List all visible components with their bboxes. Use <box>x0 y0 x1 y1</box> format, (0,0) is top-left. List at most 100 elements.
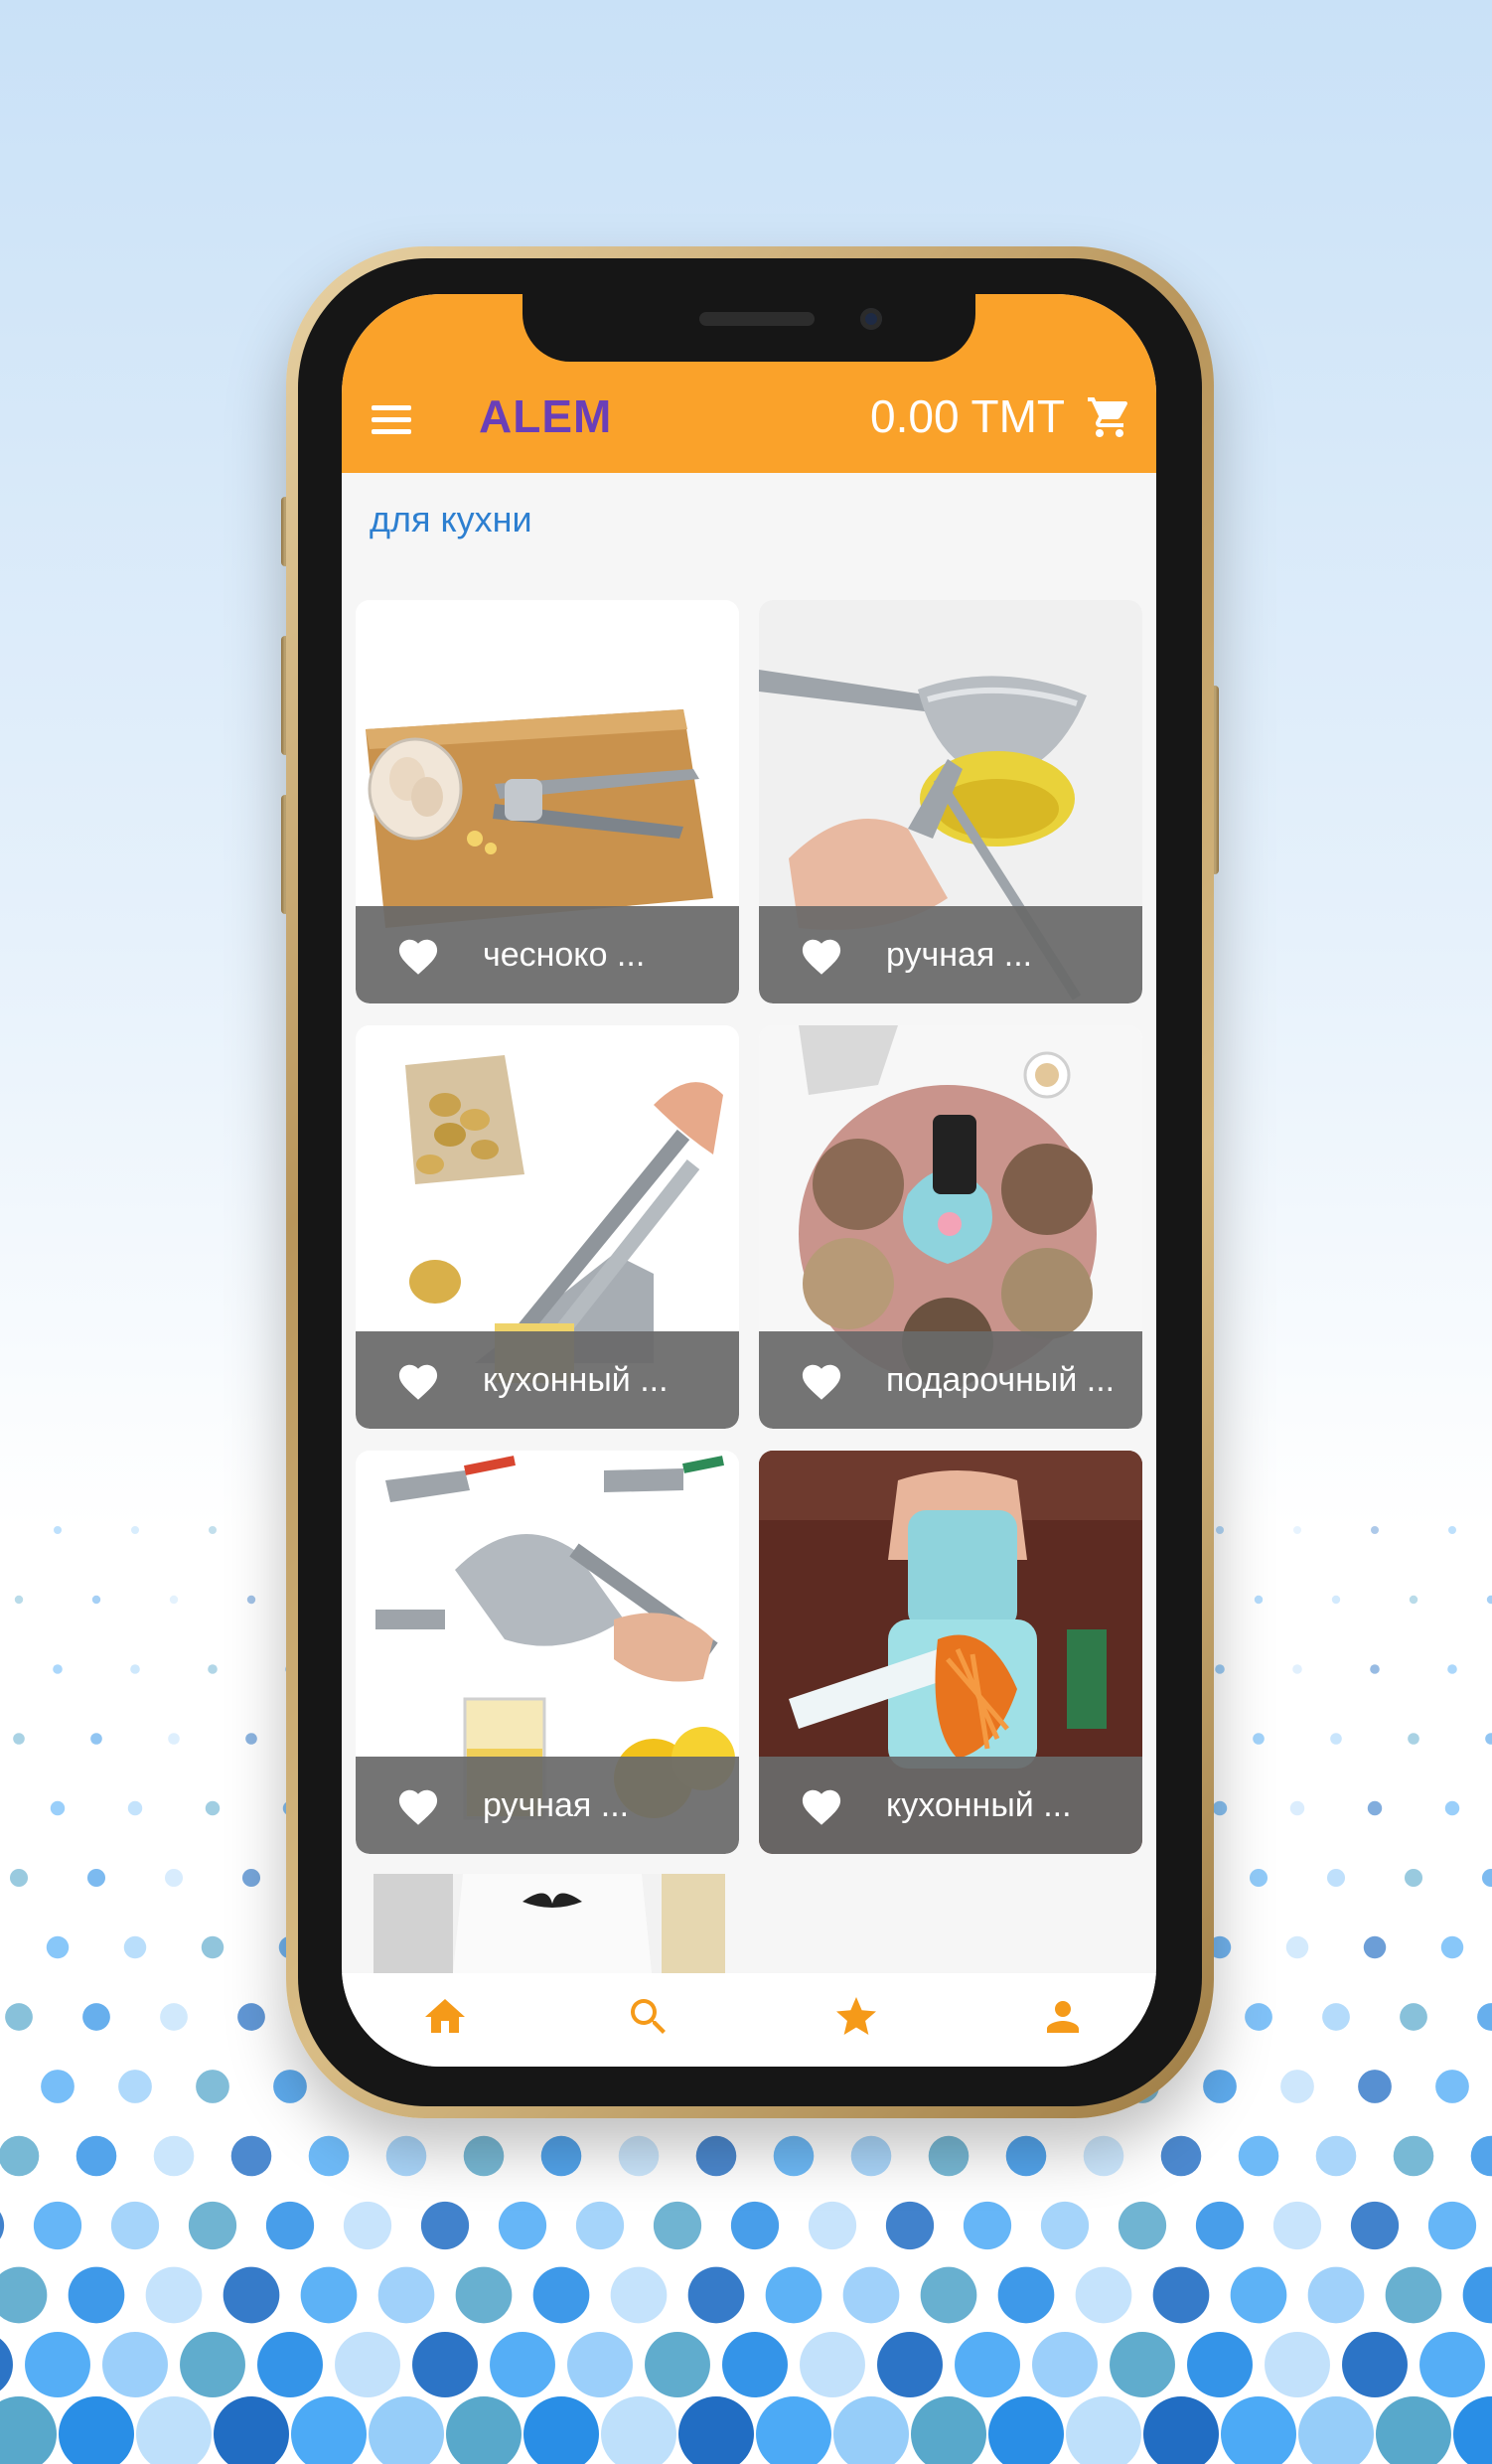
background-dot <box>59 2396 134 2464</box>
background-dot <box>1419 2332 1485 2397</box>
background-dot <box>145 2266 203 2324</box>
product-title: чесноко ... <box>483 936 646 974</box>
home-icon[interactable] <box>421 1993 469 2041</box>
background-dot <box>131 1526 139 1534</box>
background-dot <box>1453 2396 1492 2464</box>
background-dot <box>1195 2201 1245 2250</box>
background-dot <box>127 1800 143 1816</box>
background-dot <box>1331 1595 1341 1605</box>
background-dot <box>490 2332 555 2397</box>
hamburger-menu-icon[interactable] <box>372 405 411 435</box>
background-dot <box>1435 2070 1469 2103</box>
heart-icon[interactable] <box>799 1784 844 1826</box>
background-dot <box>25 2332 90 2397</box>
background-dot <box>223 2266 280 2324</box>
background-dot <box>377 2266 435 2324</box>
background-dot <box>412 2332 478 2397</box>
background-dot <box>54 1526 62 1534</box>
background-dot <box>955 2332 1020 2397</box>
product-card[interactable]: подарочный ... <box>759 1025 1142 1429</box>
background-dot <box>1118 2201 1167 2250</box>
search-icon[interactable] <box>625 1993 672 2041</box>
background-dot <box>1110 2332 1175 2397</box>
background-dot <box>808 2201 857 2250</box>
background-dot <box>1215 1664 1225 1674</box>
background-dot <box>1342 2332 1408 2397</box>
background-dot <box>610 2266 668 2324</box>
background-dot <box>291 2396 367 2464</box>
background-dot <box>214 2396 289 2464</box>
background-dot <box>567 2332 633 2397</box>
background-dot <box>1143 2396 1219 2464</box>
background-dot <box>1230 2266 1287 2324</box>
background-dot <box>265 2201 315 2250</box>
background-dot <box>245 1733 257 1745</box>
background-dot <box>102 2332 168 2397</box>
product-card[interactable]: кухонный ... <box>759 1451 1142 1854</box>
background-dot <box>1289 1800 1305 1816</box>
background-dot <box>1358 2070 1392 2103</box>
profile-icon[interactable] <box>1039 1993 1087 2041</box>
background-dot <box>273 2070 307 2103</box>
apron-product-image[interactable] <box>373 1874 725 1973</box>
background-dot <box>842 2266 900 2324</box>
background-dot <box>123 1935 147 1959</box>
heart-icon[interactable] <box>799 1359 844 1401</box>
background-dot <box>160 2003 188 2031</box>
background-dot <box>1160 2135 1202 2177</box>
background-dot <box>997 2266 1055 2324</box>
background-dot <box>1470 2135 1492 2177</box>
shopping-cart-icon[interactable] <box>1085 393 1134 441</box>
background-dot <box>963 2201 1012 2250</box>
background-dot <box>0 2396 57 2464</box>
cart-total: 0.00 TMT <box>870 390 1065 442</box>
background-dot <box>1040 2201 1090 2250</box>
background-dot <box>188 2201 237 2250</box>
heart-icon[interactable] <box>395 1784 441 1826</box>
background-dot <box>1393 2135 1434 2177</box>
background-dot <box>1376 2396 1451 2464</box>
background-dot <box>196 2070 229 2103</box>
background-dot <box>1350 2201 1400 2250</box>
background-dot <box>5 2003 33 2031</box>
front-camera <box>860 308 882 330</box>
background-dot <box>1280 2070 1314 2103</box>
background-dot <box>1032 2332 1098 2397</box>
product-card[interactable]: ручная ... <box>759 600 1142 1003</box>
background-dot <box>756 2396 831 2464</box>
background-dot <box>0 2212 5 2239</box>
background-dot <box>523 2396 599 2464</box>
background-dot <box>118 2070 152 2103</box>
background-dot <box>498 2201 547 2250</box>
background-dot <box>722 2332 788 2397</box>
background-dot <box>1404 1868 1423 1888</box>
background-dot <box>800 2332 865 2397</box>
app-brand: ALEM <box>479 390 613 442</box>
background-dot <box>41 2070 75 2103</box>
product-card[interactable]: кухонный ... <box>356 1025 739 1429</box>
background-dot <box>257 2332 323 2397</box>
heart-icon[interactable] <box>395 1359 441 1401</box>
product-caption-bar: подарочный ... <box>759 1331 1142 1429</box>
background-dot <box>308 2135 350 2177</box>
product-caption-bar: кухонный ... <box>759 1757 1142 1854</box>
product-caption-bar: ручная ... <box>356 1757 739 1854</box>
background-dot <box>230 2135 272 2177</box>
background-dot <box>1409 1595 1418 1605</box>
background-dot <box>1326 1868 1346 1888</box>
heart-icon[interactable] <box>799 934 844 976</box>
product-card[interactable]: ручная ... <box>356 1451 739 1854</box>
background-dot <box>46 1935 70 1959</box>
background-dot <box>446 2396 522 2464</box>
product-title: ручная ... <box>483 1786 630 1824</box>
background-dot <box>1187 2332 1253 2397</box>
favorites-star-icon[interactable] <box>832 1993 880 2041</box>
background-dot <box>1408 1733 1419 1745</box>
heart-icon[interactable] <box>395 934 441 976</box>
background-dot <box>1486 1595 1492 1605</box>
background-dot <box>82 2003 110 2031</box>
background-dot <box>540 2135 582 2177</box>
background-dot <box>1440 1935 1464 1959</box>
background-dot <box>618 2135 660 2177</box>
product-card[interactable]: чесноко ... <box>356 600 739 1003</box>
